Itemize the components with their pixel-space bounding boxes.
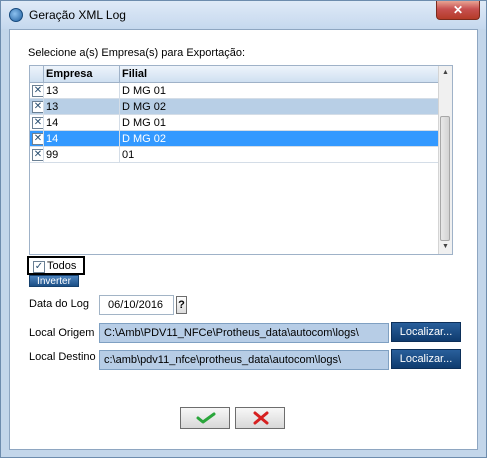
help-icon[interactable]: ? (176, 296, 187, 314)
cell-filial: D MG 02 (122, 133, 167, 145)
cell-empresa: 13 (46, 85, 59, 97)
cell-divider (119, 83, 120, 99)
companies-grid[interactable]: Empresa Filial ✕ 13 D MG 01 ✕ 13 D MG 02 ✕ 14 D … (29, 65, 453, 255)
cell-empresa: 13 (46, 101, 59, 113)
close-icon: ✕ (452, 3, 464, 17)
local-origem-label: Local Origem (29, 327, 95, 339)
title-bar[interactable]: Geração XML Log ✕ (1, 1, 486, 29)
cell-divider (43, 83, 44, 99)
scroll-thumb[interactable] (440, 116, 450, 241)
cell-filial: D MG 01 (122, 85, 167, 97)
cell-empresa: 14 (46, 117, 59, 129)
table-row[interactable]: ✕ 14 D MG 01 (30, 115, 439, 131)
cell-divider (119, 115, 120, 131)
cell-filial: D MG 01 (122, 117, 167, 129)
grid-header: Empresa Filial (30, 66, 439, 83)
cell-divider (43, 115, 44, 131)
local-destino-field[interactable]: c:\amb\pdv11_nfce\protheus_data\autocom\… (99, 350, 389, 370)
dialog-body: Selecione a(s) Empresa(s) para Exportaçã… (9, 29, 478, 450)
localizar-origem-button[interactable]: Localizar... (391, 322, 461, 342)
cell-divider (43, 99, 44, 115)
x-icon (253, 411, 269, 425)
cell-filial: D MG 02 (122, 101, 167, 113)
column-separator (43, 66, 44, 82)
cell-divider (43, 131, 44, 147)
local-destino-label: Local Destino (29, 351, 96, 363)
todos-checkbox[interactable]: ✓ Todos (27, 256, 85, 275)
confirm-button[interactable] (180, 407, 230, 429)
data-log-field[interactable]: 06/10/2016 (99, 295, 174, 315)
todos-label: Todos (47, 260, 77, 272)
checkbox-check-icon: ✓ (33, 261, 45, 273)
inverter-button[interactable]: Inverter (29, 275, 79, 287)
check-icon (196, 412, 216, 424)
cell-empresa: 99 (46, 149, 59, 161)
scroll-up-icon[interactable]: ▲ (439, 67, 452, 79)
local-origem-field[interactable]: C:\Amb\PDV11_NFCe\Protheus_data\autocom\… (99, 323, 389, 343)
grid-scrollbar[interactable]: ▲ ▼ (438, 66, 452, 254)
table-row[interactable]: ✕ 13 D MG 01 (30, 83, 439, 99)
data-log-label: Data do Log (29, 298, 89, 310)
companies-caption: Selecione a(s) Empresa(s) para Exportaçã… (28, 47, 246, 59)
column-header-empresa[interactable]: Empresa (46, 68, 92, 80)
close-button[interactable]: ✕ (436, 1, 480, 20)
cell-divider (119, 131, 120, 147)
column-separator (119, 66, 120, 82)
cell-divider (119, 147, 120, 163)
localizar-destino-button[interactable]: Localizar... (391, 349, 461, 369)
column-header-filial[interactable]: Filial (122, 68, 147, 80)
cancel-button[interactable] (235, 407, 285, 429)
cell-divider (43, 147, 44, 163)
app-icon (9, 8, 23, 22)
table-row[interactable]: ✕ 13 D MG 02 (30, 99, 439, 115)
table-row[interactable]: ✕ 14 D MG 02 (30, 131, 439, 147)
cell-divider (119, 99, 120, 115)
table-row[interactable]: ✕ 99 01 (30, 147, 439, 163)
scroll-down-icon[interactable]: ▼ (439, 241, 452, 253)
window-title: Geração XML Log (29, 8, 126, 22)
dialog-window: Geração XML Log ✕ Selecione a(s) Empresa… (0, 0, 487, 458)
cell-filial: 01 (122, 149, 135, 161)
cell-empresa: 14 (46, 133, 59, 145)
